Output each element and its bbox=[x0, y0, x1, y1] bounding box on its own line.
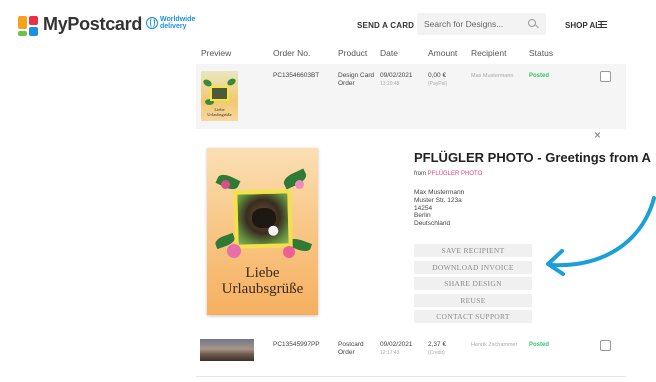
badge-line1: Worldwide bbox=[160, 16, 196, 23]
order-amount: 2,37 € bbox=[428, 341, 447, 348]
reuse-button[interactable]: REUSE bbox=[414, 294, 532, 307]
column-date: Date bbox=[380, 48, 398, 58]
column-amount: Amount bbox=[428, 48, 458, 58]
share-design-button[interactable]: SHARE DESIGN bbox=[414, 277, 532, 290]
send-a-card-link[interactable]: SEND A CARD bbox=[357, 21, 414, 30]
globe-icon bbox=[146, 17, 158, 29]
worldwide-delivery-badge: Worldwide delivery bbox=[146, 16, 195, 30]
column-order-no: Order No. bbox=[273, 48, 311, 58]
thumbnail-text-line2: Urlaubsgrüße bbox=[207, 112, 232, 117]
detail-title: PFLÜGLER PHOTO - Greetings from A bbox=[414, 150, 651, 165]
search-input[interactable] bbox=[417, 13, 527, 35]
logo-text[interactable]: MyPostcard bbox=[43, 14, 142, 35]
menu-icon[interactable] bbox=[598, 21, 607, 28]
card-text-line1: Liebe bbox=[245, 265, 280, 281]
header: MyPostcard Worldwide delivery SEND A CAR… bbox=[0, 0, 656, 46]
status-badge: Posted bbox=[529, 73, 550, 79]
address-line: 14254 bbox=[414, 204, 433, 212]
product-cell: Design Card Order bbox=[338, 72, 374, 88]
annotation-arrow bbox=[546, 196, 656, 276]
column-preview: Preview bbox=[201, 48, 232, 58]
amount-cell: 0,00 € (PayPal) bbox=[428, 72, 447, 88]
order-time: 13:20:48 bbox=[380, 81, 400, 87]
date-cell: 09/02/2021 13:20:48 bbox=[380, 72, 413, 88]
badge-line2: delivery bbox=[160, 23, 187, 30]
save-recipient-button[interactable]: SAVE RECIPIENT bbox=[414, 244, 532, 257]
product-cell: Postcard Order bbox=[338, 341, 364, 357]
order-thumbnail[interactable]: Liebe Urlaubsgrüße bbox=[201, 71, 238, 121]
order-date: 09/02/2021 bbox=[380, 341, 413, 348]
order-thumbnail[interactable] bbox=[200, 339, 254, 361]
row-checkbox[interactable] bbox=[600, 340, 611, 351]
column-product: Product bbox=[338, 48, 368, 58]
order-number: PC13546603BT bbox=[273, 72, 320, 79]
from-label: from bbox=[414, 171, 426, 177]
search-icon[interactable] bbox=[528, 19, 536, 27]
row-divider bbox=[196, 376, 626, 377]
recipient-name: Henrik Zschammer bbox=[471, 342, 518, 348]
column-status: Status bbox=[529, 48, 554, 58]
payment-method: (PayPal) bbox=[428, 81, 448, 87]
order-number: PC13545997PP bbox=[273, 341, 320, 348]
card-text-line2: Urlaubsgrüße bbox=[221, 281, 304, 297]
order-date: 09/02/2021 bbox=[380, 72, 413, 79]
address-line: Muster Str. 123a bbox=[414, 196, 462, 204]
close-icon[interactable]: × bbox=[594, 128, 601, 142]
recipient-name: Max Mustermann bbox=[471, 73, 514, 79]
order-amount: 0,00 € bbox=[428, 72, 447, 79]
status-badge: Posted bbox=[529, 342, 550, 348]
address-line: Max Mustermann bbox=[414, 189, 465, 196]
payment-method: (Credit) bbox=[428, 350, 445, 356]
amount-cell: 2,37 € (Credit) bbox=[428, 341, 446, 357]
address-line: Berlin bbox=[414, 212, 431, 220]
download-invoice-button[interactable]: DOWNLOAD INVOICE bbox=[414, 261, 532, 274]
order-time: 12:17:43 bbox=[380, 350, 400, 356]
search-box bbox=[417, 13, 546, 35]
address-line: Deutschland bbox=[414, 220, 451, 228]
card-preview: Liebe Urlaubsgrüße bbox=[207, 148, 318, 315]
row-checkbox[interactable] bbox=[600, 71, 611, 82]
contact-support-button[interactable]: CONTACT SUPPORT bbox=[414, 310, 532, 323]
column-recipient: Recipient bbox=[471, 48, 507, 58]
product-line2: Order bbox=[338, 80, 355, 87]
product-line1: Postcard bbox=[338, 341, 364, 348]
logo-icon[interactable] bbox=[18, 16, 38, 36]
product-line2: Order bbox=[338, 349, 355, 356]
recipient-address: Max Mustermann Muster Str. 123a 14254 Be… bbox=[414, 189, 464, 228]
from-line: from PFLÜGLER PHOTO bbox=[414, 171, 482, 177]
date-cell: 09/02/2021 12:17:43 bbox=[380, 341, 413, 357]
product-line1: Design Card bbox=[338, 72, 375, 79]
from-brand-link[interactable]: PFLÜGLER PHOTO bbox=[428, 171, 483, 177]
